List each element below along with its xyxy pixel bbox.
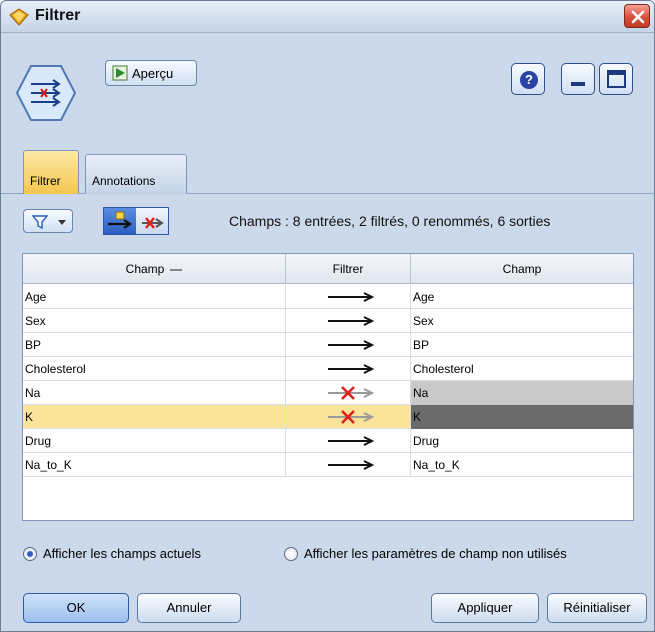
filtered-arrow-icon [328, 386, 375, 400]
input-field-name: Na_to_K [23, 453, 286, 477]
pass-arrow-icon [328, 292, 375, 302]
title-bar: Filtrer [1, 1, 654, 33]
input-field-name: Drug [23, 429, 286, 453]
fields-table: Champ Filtrer Champ Age Age Sex Sex BP BP Chol… [22, 253, 634, 521]
sort-indicator-icon [170, 268, 183, 271]
output-field-name[interactable]: BP [411, 333, 633, 357]
tab-annotations-label: Annotations [92, 174, 156, 188]
close-x-icon [631, 10, 645, 24]
ok-button[interactable]: OK [23, 593, 129, 623]
output-field-name[interactable]: Na_to_K [411, 453, 633, 477]
output-field-name[interactable]: Age [411, 285, 633, 309]
input-field-name: BP [23, 333, 286, 357]
toolbar: Champs : 8 entrées, 2 filtrés, 0 renommé… [1, 195, 654, 253]
filter-toggle-cell[interactable] [286, 333, 411, 357]
filter-dialog: Filtrer Aperçu ? Filtrer Annotations Cha… [0, 0, 655, 632]
filter-tab-content: Champs : 8 entrées, 2 filtrés, 0 renommé… [1, 195, 654, 631]
radio-current-fields-label: Afficher les champs actuels [43, 546, 201, 561]
preview-label: Aperçu [132, 66, 174, 81]
cancel-button[interactable]: Annuler [137, 593, 241, 623]
help-button[interactable]: ? [511, 63, 545, 95]
output-field-name[interactable]: Sex [411, 309, 633, 333]
radio-unused-fields-label: Afficher les paramètres de champ non uti… [304, 546, 567, 561]
pass-arrow-icon [328, 316, 375, 326]
table-row[interactable]: KK [23, 405, 633, 429]
input-field-name: K [23, 405, 286, 429]
maximize-icon [607, 70, 626, 88]
window-title: Filtrer [35, 7, 81, 24]
tab-filter-label: Filtrer [30, 174, 61, 188]
radio-dot-selected[interactable] [23, 547, 37, 561]
filter-toggle-cell[interactable] [286, 309, 411, 333]
column-header-output-field[interactable]: Champ [411, 254, 633, 284]
filter-node-icon [15, 65, 77, 121]
table-row[interactable]: Na_to_K Na_to_K [23, 453, 633, 477]
preview-play-icon [112, 65, 128, 81]
filter-mode-toggle[interactable] [103, 207, 169, 235]
table-row[interactable]: Drug Drug [23, 429, 633, 453]
fields-summary: Champs : 8 entrées, 2 filtrés, 0 renommé… [229, 213, 551, 229]
discard-fields-mode[interactable] [136, 208, 168, 234]
view-options: Afficher les champs actuels Afficher les… [1, 543, 654, 567]
table-row[interactable]: Sex Sex [23, 309, 633, 333]
filter-toggle-cell[interactable] [286, 453, 411, 477]
table-row[interactable]: Cholesterol Cholesterol [23, 357, 633, 381]
filter-toggle-cell[interactable] [286, 405, 411, 429]
output-field-name[interactable]: Cholesterol [411, 357, 633, 381]
minimize-icon [571, 82, 585, 86]
output-field-name[interactable]: Na [411, 381, 633, 405]
pass-arrow-icon [328, 436, 375, 446]
input-field-name: Age [23, 285, 286, 309]
filtered-arrow-icon [328, 410, 375, 424]
chevron-down-icon [58, 220, 66, 225]
apply-button[interactable]: Appliquer [431, 593, 539, 623]
filter-options-dropdown[interactable] [23, 209, 73, 233]
table-header: Champ Filtrer Champ [23, 254, 633, 284]
pass-arrow-icon [328, 340, 375, 350]
pass-arrow-icon [328, 364, 375, 374]
filter-diamond-icon [9, 8, 29, 26]
header-area: Aperçu ? [1, 34, 654, 144]
input-field-name: Na [23, 381, 286, 405]
pass-fields-mode[interactable] [104, 208, 136, 234]
input-field-name: Sex [23, 309, 286, 333]
column-header-filter[interactable]: Filtrer [286, 254, 411, 284]
tab-bar: Filtrer Annotations [1, 144, 654, 194]
tab-annotations[interactable]: Annotations [85, 154, 187, 194]
filter-toggle-cell[interactable] [286, 285, 411, 309]
column-header-input-field[interactable]: Champ [23, 254, 286, 284]
tab-filter[interactable]: Filtrer [23, 150, 79, 194]
output-field-name[interactable]: K [411, 405, 633, 429]
discard-arrow-icon [142, 217, 164, 229]
table-row[interactable]: Age Age [23, 285, 633, 309]
table-row[interactable]: Na Na [23, 381, 633, 405]
output-field-name[interactable]: Drug [411, 429, 633, 453]
pass-arrow-icon [108, 211, 132, 229]
table-row[interactable]: BP BP [23, 333, 633, 357]
filter-toggle-cell[interactable] [286, 381, 411, 405]
preview-button[interactable]: Aperçu [105, 60, 197, 86]
filter-toggle-cell[interactable] [286, 357, 411, 381]
close-button[interactable] [624, 4, 650, 28]
input-field-name: Cholesterol [23, 357, 286, 381]
radio-dot[interactable] [284, 547, 298, 561]
reset-button[interactable]: Réinitialiser [547, 593, 647, 623]
filter-toggle-cell[interactable] [286, 429, 411, 453]
maximize-button[interactable] [599, 63, 633, 95]
minimize-button[interactable] [561, 63, 595, 95]
funnel-icon [32, 215, 48, 230]
pass-arrow-icon [328, 460, 375, 470]
help-icon: ? [520, 71, 538, 89]
